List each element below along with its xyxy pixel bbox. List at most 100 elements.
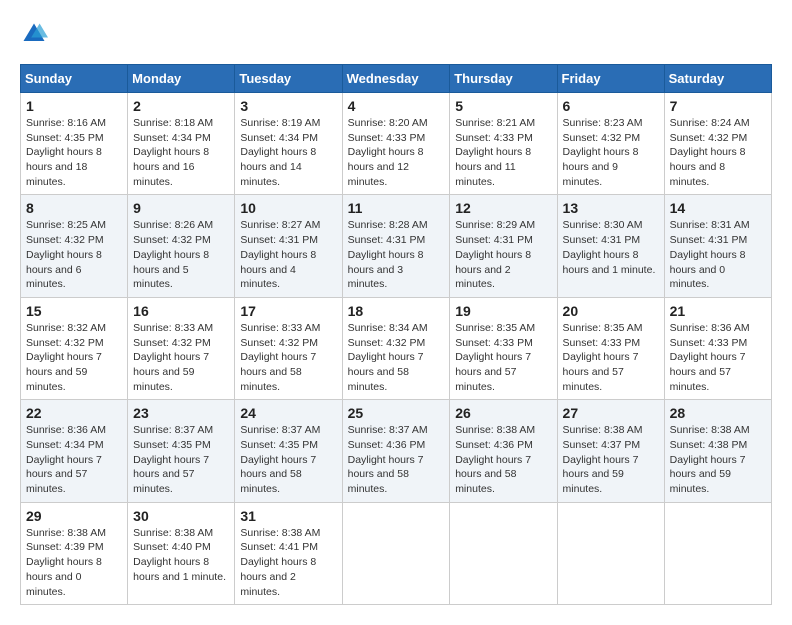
day-info: Sunrise: 8:37 AM Sunset: 4:36 PM Dayligh… [348, 423, 445, 496]
calendar-cell: 29 Sunrise: 8:38 AM Sunset: 4:39 PM Dayl… [21, 502, 128, 604]
day-number: 16 [133, 303, 229, 319]
calendar-cell: 30 Sunrise: 8:38 AM Sunset: 4:40 PM Dayl… [128, 502, 235, 604]
calendar-cell: 14 Sunrise: 8:31 AM Sunset: 4:31 PM Dayl… [664, 195, 771, 297]
day-info: Sunrise: 8:38 AM Sunset: 4:37 PM Dayligh… [563, 423, 659, 496]
day-info: Sunrise: 8:25 AM Sunset: 4:32 PM Dayligh… [26, 218, 122, 291]
calendar-header-row: SundayMondayTuesdayWednesdayThursdayFrid… [21, 65, 772, 93]
day-number: 24 [240, 405, 336, 421]
day-number: 3 [240, 98, 336, 114]
day-number: 26 [455, 405, 551, 421]
day-number: 14 [670, 200, 766, 216]
day-number: 12 [455, 200, 551, 216]
calendar-cell: 21 Sunrise: 8:36 AM Sunset: 4:33 PM Dayl… [664, 297, 771, 399]
calendar-cell: 7 Sunrise: 8:24 AM Sunset: 4:32 PM Dayli… [664, 93, 771, 195]
day-number: 13 [563, 200, 659, 216]
calendar-cell: 2 Sunrise: 8:18 AM Sunset: 4:34 PM Dayli… [128, 93, 235, 195]
calendar-cell: 22 Sunrise: 8:36 AM Sunset: 4:34 PM Dayl… [21, 400, 128, 502]
calendar-week-row: 15 Sunrise: 8:32 AM Sunset: 4:32 PM Dayl… [21, 297, 772, 399]
weekday-header-thursday: Thursday [450, 65, 557, 93]
day-info: Sunrise: 8:19 AM Sunset: 4:34 PM Dayligh… [240, 116, 336, 189]
day-info: Sunrise: 8:32 AM Sunset: 4:32 PM Dayligh… [26, 321, 122, 394]
day-info: Sunrise: 8:20 AM Sunset: 4:33 PM Dayligh… [348, 116, 445, 189]
calendar-cell: 25 Sunrise: 8:37 AM Sunset: 4:36 PM Dayl… [342, 400, 450, 502]
day-number: 22 [26, 405, 122, 421]
calendar-cell [664, 502, 771, 604]
day-info: Sunrise: 8:38 AM Sunset: 4:40 PM Dayligh… [133, 526, 229, 585]
calendar-cell: 20 Sunrise: 8:35 AM Sunset: 4:33 PM Dayl… [557, 297, 664, 399]
calendar-cell: 8 Sunrise: 8:25 AM Sunset: 4:32 PM Dayli… [21, 195, 128, 297]
calendar-cell: 26 Sunrise: 8:38 AM Sunset: 4:36 PM Dayl… [450, 400, 557, 502]
day-number: 7 [670, 98, 766, 114]
day-info: Sunrise: 8:29 AM Sunset: 4:31 PM Dayligh… [455, 218, 551, 291]
calendar-cell [557, 502, 664, 604]
day-number: 19 [455, 303, 551, 319]
day-number: 28 [670, 405, 766, 421]
calendar-cell: 27 Sunrise: 8:38 AM Sunset: 4:37 PM Dayl… [557, 400, 664, 502]
day-number: 11 [348, 200, 445, 216]
day-number: 1 [26, 98, 122, 114]
weekday-header-saturday: Saturday [664, 65, 771, 93]
day-info: Sunrise: 8:36 AM Sunset: 4:34 PM Dayligh… [26, 423, 122, 496]
day-info: Sunrise: 8:31 AM Sunset: 4:31 PM Dayligh… [670, 218, 766, 291]
day-number: 17 [240, 303, 336, 319]
day-number: 25 [348, 405, 445, 421]
calendar-cell: 10 Sunrise: 8:27 AM Sunset: 4:31 PM Dayl… [235, 195, 342, 297]
weekday-header-monday: Monday [128, 65, 235, 93]
calendar-cell: 6 Sunrise: 8:23 AM Sunset: 4:32 PM Dayli… [557, 93, 664, 195]
weekday-header-wednesday: Wednesday [342, 65, 450, 93]
day-info: Sunrise: 8:23 AM Sunset: 4:32 PM Dayligh… [563, 116, 659, 189]
logo [20, 20, 52, 48]
day-info: Sunrise: 8:38 AM Sunset: 4:39 PM Dayligh… [26, 526, 122, 599]
calendar-cell: 11 Sunrise: 8:28 AM Sunset: 4:31 PM Dayl… [342, 195, 450, 297]
weekday-header-tuesday: Tuesday [235, 65, 342, 93]
day-number: 27 [563, 405, 659, 421]
day-number: 2 [133, 98, 229, 114]
day-number: 6 [563, 98, 659, 114]
page-header [20, 20, 772, 48]
day-number: 5 [455, 98, 551, 114]
day-number: 23 [133, 405, 229, 421]
day-info: Sunrise: 8:37 AM Sunset: 4:35 PM Dayligh… [240, 423, 336, 496]
calendar-cell: 15 Sunrise: 8:32 AM Sunset: 4:32 PM Dayl… [21, 297, 128, 399]
calendar-cell [342, 502, 450, 604]
weekday-header-friday: Friday [557, 65, 664, 93]
calendar-cell: 1 Sunrise: 8:16 AM Sunset: 4:35 PM Dayli… [21, 93, 128, 195]
calendar-cell: 13 Sunrise: 8:30 AM Sunset: 4:31 PM Dayl… [557, 195, 664, 297]
day-info: Sunrise: 8:27 AM Sunset: 4:31 PM Dayligh… [240, 218, 336, 291]
day-number: 18 [348, 303, 445, 319]
day-info: Sunrise: 8:21 AM Sunset: 4:33 PM Dayligh… [455, 116, 551, 189]
day-number: 4 [348, 98, 445, 114]
day-info: Sunrise: 8:35 AM Sunset: 4:33 PM Dayligh… [455, 321, 551, 394]
day-info: Sunrise: 8:33 AM Sunset: 4:32 PM Dayligh… [133, 321, 229, 394]
calendar-cell: 16 Sunrise: 8:33 AM Sunset: 4:32 PM Dayl… [128, 297, 235, 399]
day-info: Sunrise: 8:35 AM Sunset: 4:33 PM Dayligh… [563, 321, 659, 394]
calendar-cell: 19 Sunrise: 8:35 AM Sunset: 4:33 PM Dayl… [450, 297, 557, 399]
day-info: Sunrise: 8:30 AM Sunset: 4:31 PM Dayligh… [563, 218, 659, 277]
calendar-cell: 4 Sunrise: 8:20 AM Sunset: 4:33 PM Dayli… [342, 93, 450, 195]
day-info: Sunrise: 8:24 AM Sunset: 4:32 PM Dayligh… [670, 116, 766, 189]
day-number: 29 [26, 508, 122, 524]
calendar-cell: 5 Sunrise: 8:21 AM Sunset: 4:33 PM Dayli… [450, 93, 557, 195]
day-info: Sunrise: 8:18 AM Sunset: 4:34 PM Dayligh… [133, 116, 229, 189]
day-number: 15 [26, 303, 122, 319]
calendar-cell [450, 502, 557, 604]
day-number: 9 [133, 200, 229, 216]
day-number: 10 [240, 200, 336, 216]
weekday-header-sunday: Sunday [21, 65, 128, 93]
calendar-cell: 23 Sunrise: 8:37 AM Sunset: 4:35 PM Dayl… [128, 400, 235, 502]
day-info: Sunrise: 8:38 AM Sunset: 4:41 PM Dayligh… [240, 526, 336, 599]
calendar-cell: 28 Sunrise: 8:38 AM Sunset: 4:38 PM Dayl… [664, 400, 771, 502]
calendar-cell: 18 Sunrise: 8:34 AM Sunset: 4:32 PM Dayl… [342, 297, 450, 399]
day-info: Sunrise: 8:38 AM Sunset: 4:36 PM Dayligh… [455, 423, 551, 496]
calendar-cell: 31 Sunrise: 8:38 AM Sunset: 4:41 PM Dayl… [235, 502, 342, 604]
day-info: Sunrise: 8:36 AM Sunset: 4:33 PM Dayligh… [670, 321, 766, 394]
day-number: 31 [240, 508, 336, 524]
day-number: 21 [670, 303, 766, 319]
calendar-cell: 24 Sunrise: 8:37 AM Sunset: 4:35 PM Dayl… [235, 400, 342, 502]
day-info: Sunrise: 8:33 AM Sunset: 4:32 PM Dayligh… [240, 321, 336, 394]
day-number: 20 [563, 303, 659, 319]
day-info: Sunrise: 8:16 AM Sunset: 4:35 PM Dayligh… [26, 116, 122, 189]
day-info: Sunrise: 8:26 AM Sunset: 4:32 PM Dayligh… [133, 218, 229, 291]
day-info: Sunrise: 8:34 AM Sunset: 4:32 PM Dayligh… [348, 321, 445, 394]
day-info: Sunrise: 8:38 AM Sunset: 4:38 PM Dayligh… [670, 423, 766, 496]
